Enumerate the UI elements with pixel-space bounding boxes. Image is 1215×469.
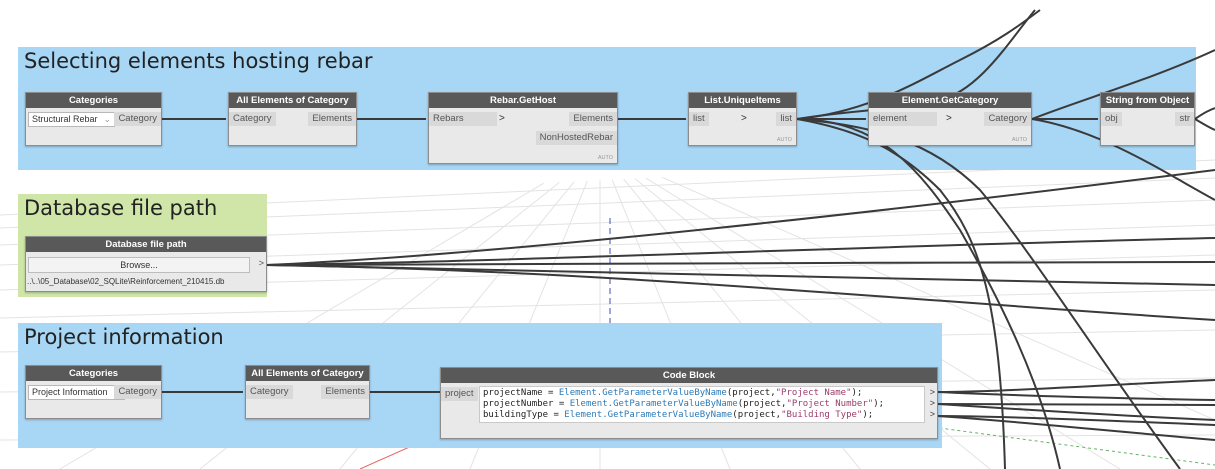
group-title: Selecting elements hosting rebar <box>24 49 373 73</box>
lacing-label: AUTO <box>776 137 792 143</box>
output-port-category[interactable]: Category <box>984 112 1031 126</box>
chevron-down-icon: ⌄ <box>103 114 111 124</box>
node-categories-project[interactable]: Categories Project Information⌄ Category <box>25 365 162 419</box>
code-editor[interactable]: projectName = Element.GetParameterValueB… <box>479 386 925 423</box>
node-title: Categories <box>26 93 161 108</box>
input-port-category[interactable]: Category <box>246 385 293 399</box>
node-all-elements-of-category[interactable]: All Elements of Category Category Elemen… <box>228 92 357 146</box>
node-title: Categories <box>26 366 161 381</box>
node-title: All Elements of Category <box>229 93 356 108</box>
chevron-right-icon: > <box>499 113 505 124</box>
node-title: Code Block <box>441 368 937 383</box>
input-port-obj[interactable]: obj <box>1101 112 1122 126</box>
node-title: List.UniqueItems <box>689 93 796 108</box>
output-port-elements[interactable]: Elements <box>321 385 369 399</box>
group-title: Project information <box>24 325 224 349</box>
input-port-rebars[interactable]: Rebars <box>429 112 497 126</box>
code-line: projectNumber = Element.GetParameterValu… <box>483 399 885 409</box>
group-title: Database file path <box>24 196 218 220</box>
node-list-uniqueitems[interactable]: List.UniqueItems list > list AUTO <box>688 92 797 146</box>
lacing-label: AUTO <box>597 155 613 161</box>
code-line: projectName = Element.GetParameterValueB… <box>483 388 863 398</box>
category-dropdown[interactable]: Structural Rebar ⌄ <box>28 112 115 127</box>
file-path-value: ..\..\05_Database\02_SQLite\Reinforcemen… <box>27 277 225 286</box>
output-port-str[interactable]: str <box>1175 112 1194 126</box>
output-port-category[interactable]: Category <box>114 112 161 126</box>
output-port-elements[interactable]: Elements <box>308 112 356 126</box>
node-element-getcategory[interactable]: Element.GetCategory element > Category A… <box>868 92 1032 146</box>
output-ports[interactable]: > > > <box>930 387 935 419</box>
node-title: Element.GetCategory <box>869 93 1031 108</box>
output-port-list[interactable]: list <box>776 112 796 126</box>
input-port-category[interactable]: Category <box>229 112 276 126</box>
output-port-path[interactable]: > <box>258 257 264 271</box>
chevron-right-icon: > <box>741 113 747 124</box>
browse-button[interactable]: Browse... <box>28 257 250 273</box>
category-dropdown[interactable]: Project Information⌄ <box>28 385 125 400</box>
node-categories-rebar[interactable]: Categories Structural Rebar ⌄ Category <box>25 92 162 146</box>
node-rebar-gethost[interactable]: Rebar.GetHost Rebars > Elements NonHoste… <box>428 92 618 164</box>
dropdown-value: Project Information <box>32 387 108 397</box>
lacing-label: AUTO <box>1011 137 1027 143</box>
output-port-elements[interactable]: Elements <box>569 112 617 126</box>
dropdown-value: Structural Rebar <box>32 114 98 124</box>
output-port-category[interactable]: Category <box>114 385 161 399</box>
node-title: Rebar.GetHost <box>429 93 617 108</box>
node-code-block[interactable]: Code Block project projectName = Element… <box>440 367 938 439</box>
input-port-list[interactable]: list <box>689 112 709 126</box>
node-string-from-object[interactable]: String from Object obj str <box>1100 92 1195 146</box>
node-database-file-path[interactable]: Database file path Browse... > ..\..\05_… <box>25 236 267 292</box>
node-title: All Elements of Category <box>246 366 369 381</box>
input-port-element[interactable]: element <box>869 112 937 126</box>
output-port-nonhostedrebar[interactable]: NonHostedRebar <box>535 131 617 145</box>
node-title: Database file path <box>26 237 266 252</box>
code-line: buildingType = Element.GetParameterValue… <box>483 410 874 420</box>
chevron-right-icon: > <box>946 113 952 124</box>
node-title: String from Object <box>1101 93 1194 108</box>
node-all-elements-of-category[interactable]: All Elements of Category Category Elemen… <box>245 365 370 419</box>
input-port-project[interactable]: project <box>441 387 478 401</box>
